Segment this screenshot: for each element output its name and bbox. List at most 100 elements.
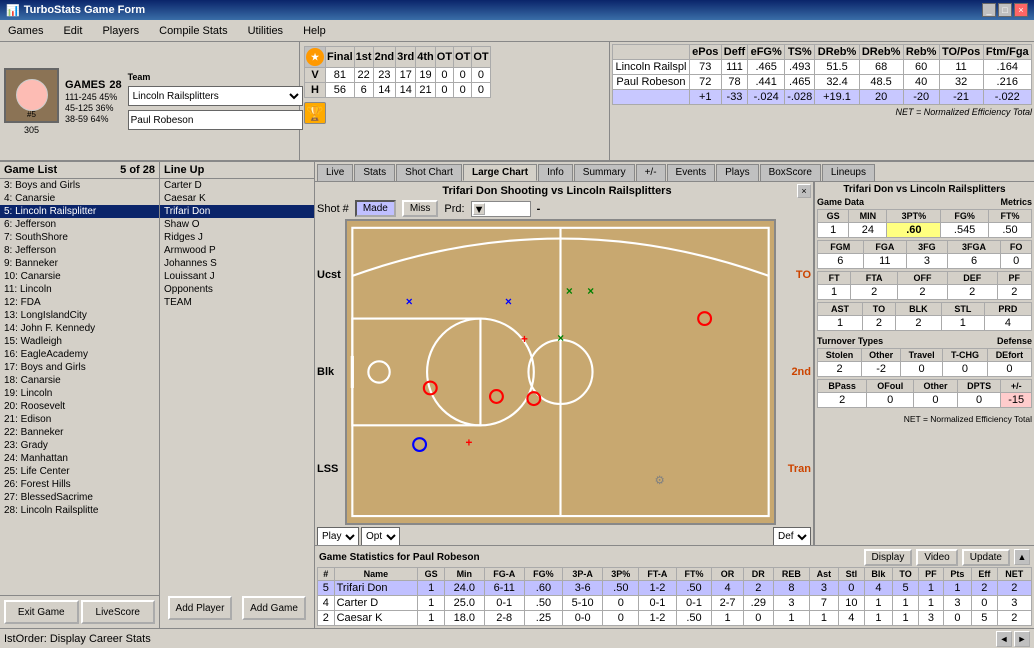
tab-stats[interactable]: Stats bbox=[354, 164, 395, 181]
tab-lineups[interactable]: Lineups bbox=[822, 164, 875, 181]
list-item-12[interactable]: 15: Wadleigh bbox=[0, 335, 159, 348]
final-label: Final bbox=[326, 47, 355, 68]
list-item-9[interactable]: 12: FDA bbox=[0, 296, 159, 309]
list-item-25[interactable]: 28: Lincoln Railsplitte bbox=[0, 504, 159, 517]
update-btn[interactable]: Update bbox=[962, 549, 1010, 566]
court-chart: Trifari Don Shooting vs Lincoln Railspli… bbox=[315, 182, 814, 545]
list-item-5[interactable]: 8: Jefferson bbox=[0, 244, 159, 257]
game-list-panel: Game List 5 of 28 3: Boys and Girls 4: C… bbox=[0, 162, 160, 628]
menu-bar: Games Edit Players Compile Stats Utiliti… bbox=[0, 20, 1034, 42]
menu-players[interactable]: Players bbox=[98, 23, 143, 39]
menu-help[interactable]: Help bbox=[299, 23, 330, 39]
list-item-2[interactable]: 5: Lincoln Railsplitter bbox=[0, 205, 159, 218]
scroll-right-btn[interactable]: ► bbox=[1014, 631, 1030, 647]
close-btn[interactable]: × bbox=[1014, 3, 1028, 17]
chart-header: Trifari Don Shooting vs Lincoln Railspli… bbox=[317, 184, 811, 198]
team-select[interactable]: Lincoln Railsplitters bbox=[128, 86, 303, 106]
list-item-10[interactable]: 13: LongIslandCity bbox=[0, 309, 159, 322]
coach-input[interactable] bbox=[128, 110, 303, 130]
exit-game-btn[interactable]: Exit Game bbox=[4, 600, 79, 624]
scroll-left-btn[interactable]: ◄ bbox=[996, 631, 1012, 647]
list-item-15[interactable]: 18: Canarsie bbox=[0, 374, 159, 387]
lineup-item-2[interactable]: Trifari Don bbox=[160, 205, 314, 218]
prd-selector[interactable]: ▼ bbox=[471, 201, 531, 217]
tab-plays[interactable]: Plays bbox=[716, 164, 758, 181]
court-container: Ucst Blk LSS bbox=[317, 219, 811, 525]
table-row-2[interactable]: 2 Caesar K 1 18.0 2-8 .25 0-0 0 1-2 .50 bbox=[318, 611, 1032, 626]
list-item-20[interactable]: 23: Grady bbox=[0, 439, 159, 452]
stats-line2: 45-125 36% bbox=[65, 103, 122, 113]
list-item-8[interactable]: 11: Lincoln bbox=[0, 283, 159, 296]
list-item-6[interactable]: 9: Banneker bbox=[0, 257, 159, 270]
game-factors-table: ePos Deff eFG% TS% DReb% DReb% Reb% TO/P… bbox=[612, 44, 1032, 105]
minimize-btn[interactable]: _ bbox=[982, 3, 996, 17]
lineup-item-4[interactable]: Ridges J bbox=[160, 231, 314, 244]
list-item-18[interactable]: 21: Edison bbox=[0, 413, 159, 426]
list-item-24[interactable]: 27: BlessedSacrime bbox=[0, 491, 159, 504]
made-btn[interactable]: Made bbox=[355, 200, 396, 217]
trophy-icon: 🏆 bbox=[304, 102, 326, 124]
lineup-item-7[interactable]: Louissant J bbox=[160, 270, 314, 283]
display-btn[interactable]: Display bbox=[864, 549, 913, 566]
list-item-22[interactable]: 25: Life Center bbox=[0, 465, 159, 478]
lineup-item-0[interactable]: Carter D bbox=[160, 179, 314, 192]
def-select[interactable]: Def bbox=[773, 527, 811, 545]
list-item-1[interactable]: 4: Canarsie bbox=[0, 192, 159, 205]
chart-close-btn[interactable]: × bbox=[797, 184, 811, 198]
table-row-1[interactable]: 4 Carter D 1 25.0 0-1 .50 5-10 0 0-1 0-1 bbox=[318, 596, 1032, 611]
list-item-13[interactable]: 16: EagleAcademy bbox=[0, 348, 159, 361]
list-item-7[interactable]: 10: Canarsie bbox=[0, 270, 159, 283]
table-row-0[interactable]: 5 Trifari Don 1 24.0 6-11 .60 3-6 .50 1-… bbox=[318, 581, 1032, 596]
tab-live[interactable]: Live bbox=[317, 164, 353, 181]
list-item-4[interactable]: 7: SouthShore bbox=[0, 231, 159, 244]
tab-plus-minus[interactable]: +/- bbox=[636, 164, 666, 181]
list-item-16[interactable]: 19: Lincoln bbox=[0, 387, 159, 400]
tab-summary[interactable]: Summary bbox=[574, 164, 635, 181]
video-btn[interactable]: Video bbox=[916, 549, 957, 566]
lineup-item-6[interactable]: Johannes S bbox=[160, 257, 314, 270]
add-player-btn[interactable]: Add Player bbox=[168, 596, 232, 620]
tab-events[interactable]: Events bbox=[667, 164, 716, 181]
add-game-btn[interactable]: Add Game bbox=[242, 596, 306, 620]
game-list-buttons: Exit Game LiveScore bbox=[0, 596, 159, 628]
tab-info[interactable]: Info bbox=[538, 164, 573, 181]
list-item-14[interactable]: 17: Boys and Girls bbox=[0, 361, 159, 374]
list-item-3[interactable]: 6: Jefferson bbox=[0, 218, 159, 231]
list-item-17[interactable]: 20: Roosevelt bbox=[0, 400, 159, 413]
list-item-23[interactable]: 26: Forest Hills bbox=[0, 478, 159, 491]
menu-edit[interactable]: Edit bbox=[59, 23, 86, 39]
team-info: #5 305 GAMES 28 111-245 45% 45-125 36% 3… bbox=[0, 42, 300, 160]
list-item-19[interactable]: 22: Banneker bbox=[0, 426, 159, 439]
prd-btn[interactable]: ▼ bbox=[473, 203, 485, 215]
maximize-btn[interactable]: □ bbox=[998, 3, 1012, 17]
lineup-item-1[interactable]: Caesar K bbox=[160, 192, 314, 205]
miss-btn[interactable]: Miss bbox=[402, 200, 439, 217]
menu-games[interactable]: Games bbox=[4, 23, 47, 39]
tab-large-chart[interactable]: Large Chart bbox=[463, 164, 537, 181]
list-item-11[interactable]: 14: John F. Kennedy bbox=[0, 322, 159, 335]
game-list[interactable]: 3: Boys and Girls 4: Canarsie 5: Lincoln… bbox=[0, 179, 159, 596]
games-stats: GAMES 28 111-245 45% 45-125 36% 38-59 64… bbox=[65, 79, 122, 124]
lineup-item-8[interactable]: Opponents bbox=[160, 283, 314, 296]
tab-shot-chart[interactable]: Shot Chart bbox=[396, 164, 462, 181]
lineup-item-5[interactable]: Armwood P bbox=[160, 244, 314, 257]
svg-text:×: × bbox=[505, 296, 512, 309]
score-section: ★ Final 1st 2nd 3rd 4th OT OT OT V 81 22… bbox=[300, 42, 610, 160]
scroll-up-arrow[interactable]: ▲ bbox=[1014, 549, 1030, 565]
list-item-21[interactable]: 24: Manhattan bbox=[0, 452, 159, 465]
menu-utilities[interactable]: Utilities bbox=[244, 23, 287, 39]
list-item-0[interactable]: 3: Boys and Girls bbox=[0, 179, 159, 192]
lineup-list[interactable]: Carter D Caesar K Trifari Don Shaw O Rid… bbox=[160, 179, 314, 588]
scroll-controls: ◄ ► bbox=[996, 631, 1030, 647]
app-icon: 📊 bbox=[6, 4, 20, 17]
opt-select[interactable]: Opt bbox=[361, 527, 400, 545]
player-stats-table-container[interactable]: # Name GS Min FG-A FG% 3P-A 3P% FT-A FT% bbox=[317, 567, 1032, 626]
lineup-item-3[interactable]: Shaw O bbox=[160, 218, 314, 231]
lineup-item-9[interactable]: TEAM bbox=[160, 296, 314, 309]
stats-right-panel: Trifari Don vs Lincoln Railsplitters Gam… bbox=[814, 182, 1034, 545]
tab-boxscore[interactable]: BoxScore bbox=[760, 164, 821, 181]
title-bar-controls[interactable]: _ □ × bbox=[982, 3, 1028, 17]
livescore-btn[interactable]: LiveScore bbox=[81, 600, 156, 624]
play-select[interactable]: Play bbox=[317, 527, 359, 545]
menu-compile-stats[interactable]: Compile Stats bbox=[155, 23, 231, 39]
